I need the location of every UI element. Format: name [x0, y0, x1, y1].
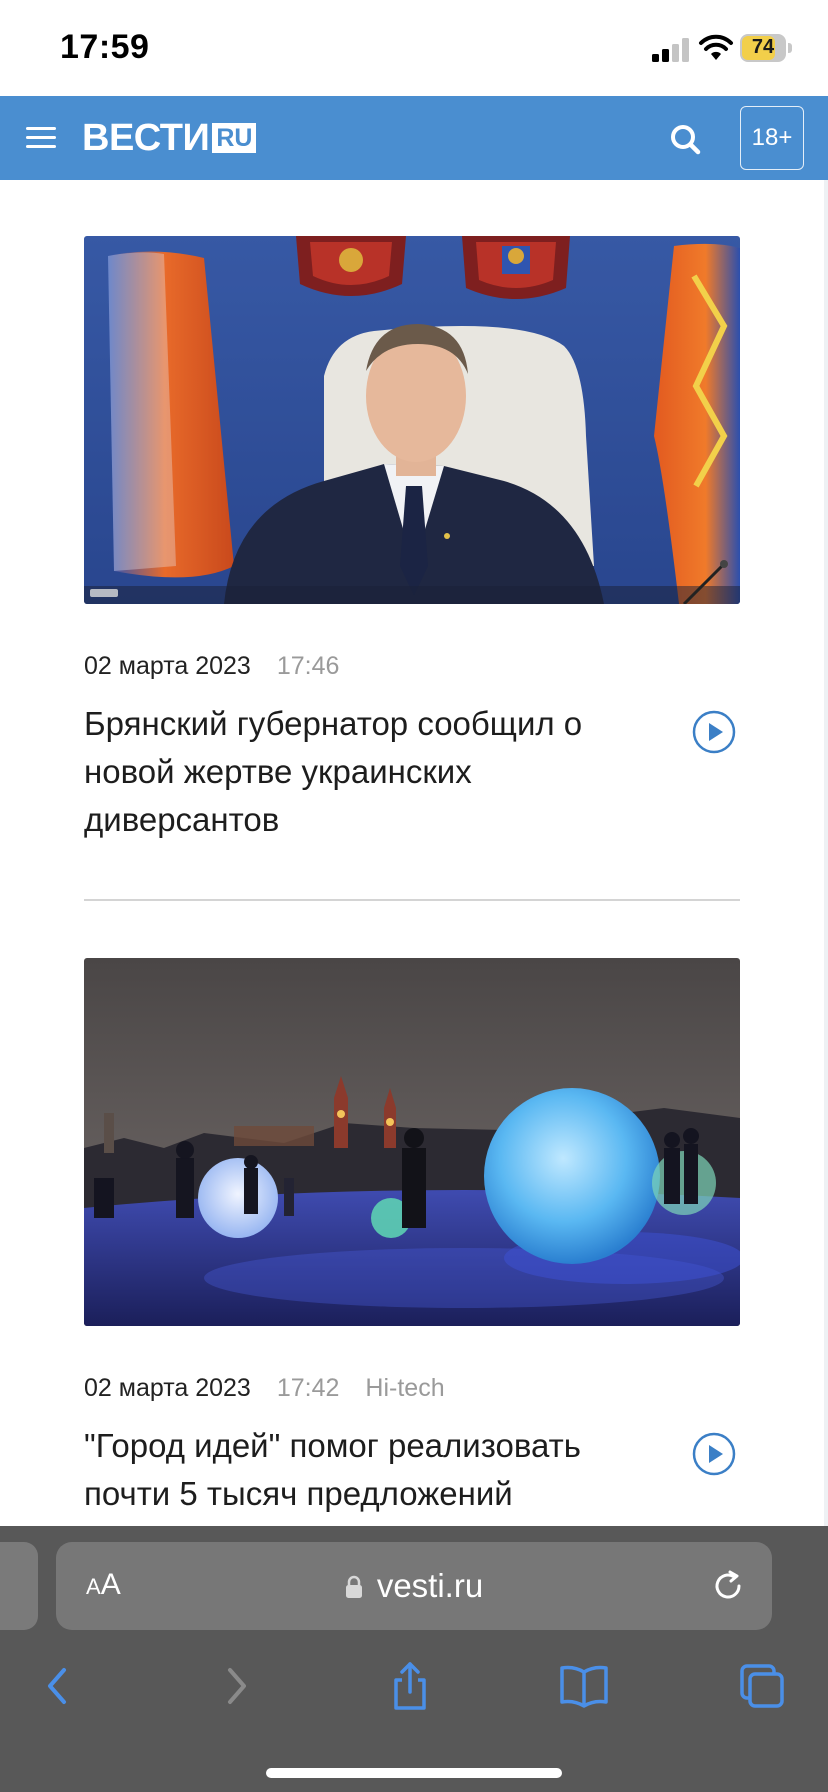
hamburger-menu-icon[interactable]: [24, 120, 60, 156]
lock-icon: [345, 1575, 362, 1598]
article-date: 02 марта 2023: [84, 652, 251, 680]
home-indicator: [266, 1768, 562, 1778]
play-video-icon[interactable]: [692, 1432, 736, 1476]
previous-tab-preview[interactable]: [0, 1542, 38, 1630]
forward-icon[interactable]: [208, 1658, 264, 1714]
tabs-icon[interactable]: [734, 1658, 790, 1714]
scrollbar[interactable]: [824, 180, 828, 1526]
battery-level: 74: [751, 36, 775, 58]
status-bar: 17:59 74: [0, 0, 828, 96]
divider: [84, 899, 740, 901]
play-video-icon[interactable]: [692, 710, 736, 754]
battery-icon: 74: [740, 34, 792, 62]
news-item: 02 марта 2023 17:42 Hi-tech "Город идей" п…: [84, 958, 740, 1526]
news-feed: 02 марта 2023 17:46 Брянский губернатор с…: [0, 180, 828, 1526]
browser-toolbar: AA vesti.ru: [0, 1526, 828, 1792]
wifi-icon: [699, 34, 733, 60]
logo-ru-text: RU: [212, 123, 257, 153]
site-header: ВЕСТИ RU 18+: [0, 96, 828, 180]
back-icon[interactable]: [30, 1658, 86, 1714]
article-meta: 02 марта 2023 17:42 Hi-tech: [84, 1374, 445, 1403]
share-icon[interactable]: [382, 1658, 438, 1714]
article-headline[interactable]: Брянский губернатор сообщил о новой жерт…: [84, 700, 674, 844]
article-headline[interactable]: "Город идей" помог реализовать почти 5 т…: [84, 1422, 674, 1518]
logo-main-text: ВЕСТИ: [82, 116, 210, 159]
article-image-governor[interactable]: [84, 236, 740, 604]
age-rating-badge: 18+: [740, 106, 804, 170]
address-bar[interactable]: AA vesti.ru: [56, 1542, 772, 1630]
bookmarks-icon[interactable]: [556, 1658, 612, 1714]
article-meta: 02 марта 2023 17:46: [84, 652, 339, 681]
article-image-light-spheres[interactable]: [84, 958, 740, 1326]
search-icon[interactable]: [664, 118, 708, 162]
article-rubric[interactable]: Hi-tech: [365, 1374, 444, 1402]
vesti-logo[interactable]: ВЕСТИ RU: [82, 114, 257, 162]
article-date: 02 марта 2023: [84, 1374, 251, 1402]
article-time: 17:46: [276, 652, 340, 680]
status-time: 17:59: [60, 28, 150, 66]
article-time: 17:42: [276, 1374, 340, 1402]
reload-icon[interactable]: [710, 1568, 746, 1604]
url-display[interactable]: vesti.ru: [56, 1542, 772, 1630]
cellular-signal-icon: [652, 38, 689, 62]
news-item: 02 марта 2023 17:46 Брянский губернатор с…: [84, 236, 740, 838]
url-text: vesti.ru: [376, 1567, 484, 1604]
